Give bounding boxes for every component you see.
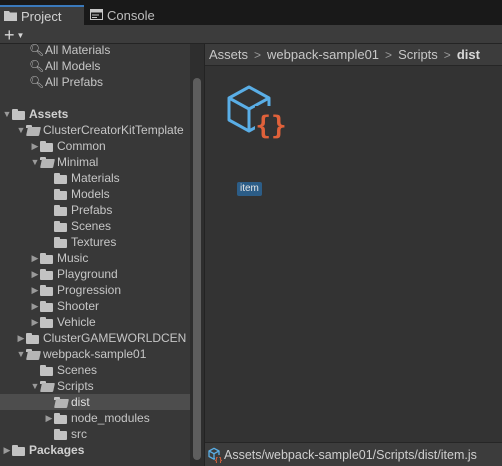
tree-item[interactable]: ▶ Common xyxy=(0,138,190,154)
folder-tree-scrollbar[interactable] xyxy=(190,44,204,466)
tree-item-dist[interactable]: dist xyxy=(0,394,190,410)
folder-icon xyxy=(40,268,53,280)
tree-item[interactable]: ▶ node_modules xyxy=(0,410,190,426)
selected-asset-path: Assets/webpack-sample01/Scripts/dist/ite… xyxy=(224,447,477,462)
tab-project[interactable]: Project xyxy=(0,5,84,25)
breadcrumb-item[interactable]: webpack-sample01 xyxy=(267,47,379,62)
search-icon: 🔍︎ xyxy=(29,44,45,57)
tab-console-label: Console xyxy=(107,8,155,23)
folder-icon xyxy=(4,9,17,24)
breadcrumb: Assets > webpack-sample01 > Scripts > di… xyxy=(205,44,502,66)
folder-open-icon xyxy=(40,156,53,168)
tab-bar: Project Console xyxy=(0,0,502,25)
chevron-right-icon: > xyxy=(254,47,262,62)
scrollbar-thumb[interactable] xyxy=(193,78,201,460)
favorite-item[interactable]: 🔍︎ All Materials xyxy=(0,44,190,58)
folder-icon xyxy=(54,188,67,200)
expand-arrow-icon[interactable]: ▶ xyxy=(16,333,26,344)
status-bar: {} Assets/webpack-sample01/Scripts/dist/… xyxy=(205,442,502,466)
tree-item[interactable]: ▼ webpack-sample01 xyxy=(0,346,190,362)
tree-item[interactable]: Textures xyxy=(0,234,190,250)
tree-item[interactable]: ▼ Minimal xyxy=(0,154,190,170)
folder-icon xyxy=(40,364,53,376)
tree-item[interactable]: ▶ Progression xyxy=(0,282,190,298)
expand-arrow-icon[interactable]: ▶ xyxy=(30,269,40,280)
svg-text:{}: {} xyxy=(214,456,222,463)
tree-item[interactable]: Models xyxy=(0,186,190,202)
folder-icon xyxy=(54,236,67,248)
tree-item-assets[interactable]: ▼ Assets xyxy=(0,106,190,122)
plus-icon: + xyxy=(4,24,15,45)
expand-arrow-icon[interactable]: ▶ xyxy=(30,253,40,264)
folder-open-icon xyxy=(54,396,67,408)
favorite-item[interactable]: 🔍︎ All Models xyxy=(0,58,190,74)
folder-open-icon xyxy=(40,380,53,392)
folder-icon xyxy=(40,316,53,328)
breadcrumb-item[interactable]: Assets xyxy=(209,47,248,62)
tab-project-label: Project xyxy=(21,8,62,24)
expand-arrow-icon[interactable]: ▶ xyxy=(30,301,40,312)
folder-icon xyxy=(54,428,67,440)
tree-item[interactable]: ▶ Music xyxy=(0,250,190,266)
tree-item[interactable]: Prefabs xyxy=(0,202,190,218)
folder-icon xyxy=(26,332,39,344)
folder-icon xyxy=(40,284,53,296)
breadcrumb-current[interactable]: dist xyxy=(457,47,480,62)
folder-icon xyxy=(40,252,53,264)
tree-item[interactable]: src xyxy=(0,426,190,442)
tab-console[interactable]: Console xyxy=(86,6,166,25)
expand-arrow-icon[interactable]: ▼ xyxy=(30,157,40,167)
expand-arrow-icon[interactable]: ▶ xyxy=(30,285,40,296)
favorite-item[interactable]: 🔍︎ All Prefabs xyxy=(0,74,190,90)
tree-item-packages[interactable]: ▶ Packages xyxy=(0,442,190,458)
folder-icon xyxy=(54,412,67,424)
folder-icon xyxy=(40,140,53,152)
folder-icon xyxy=(54,172,67,184)
expand-arrow-icon[interactable]: ▼ xyxy=(2,109,12,119)
breadcrumb-item[interactable]: Scripts xyxy=(398,47,438,62)
chevron-right-icon: > xyxy=(385,47,393,62)
tree-item[interactable]: Scenes xyxy=(0,362,190,378)
folder-icon xyxy=(54,204,67,216)
asset-label: item xyxy=(237,182,262,196)
folder-tree: 🔍︎ All Materials 🔍︎ All Models 🔍︎ All Pr… xyxy=(0,44,204,466)
add-asset-button[interactable]: + ▼ xyxy=(4,24,30,45)
project-toolbar: + ▼ xyxy=(0,25,502,44)
script-file-icon: {} xyxy=(208,447,222,463)
tree-item[interactable]: Scenes xyxy=(0,218,190,234)
console-icon xyxy=(90,8,103,23)
svg-text:{}: {} xyxy=(255,111,286,141)
search-icon: 🔍︎ xyxy=(29,59,45,73)
folder-icon xyxy=(54,220,67,232)
chevron-down-icon: ▼ xyxy=(16,30,25,40)
expand-arrow-icon[interactable]: ▼ xyxy=(16,349,26,359)
folder-icon xyxy=(12,444,25,456)
tree-item[interactable]: ▶ Playground xyxy=(0,266,190,282)
tree-item[interactable]: ▼ ClusterCreatorKitTemplate xyxy=(0,122,190,138)
tree-item[interactable]: ▶ Vehicle xyxy=(0,314,190,330)
expand-arrow-icon[interactable]: ▶ xyxy=(44,413,54,424)
js-script-icon: {} xyxy=(227,85,287,141)
expand-arrow-icon[interactable]: ▼ xyxy=(30,381,40,391)
expand-arrow-icon[interactable]: ▼ xyxy=(16,125,26,135)
asset-browser: Assets > webpack-sample01 > Scripts > di… xyxy=(205,44,502,466)
expand-arrow-icon[interactable]: ▶ xyxy=(30,141,40,152)
folder-icon xyxy=(40,300,53,312)
tree-item[interactable]: ▶ Shooter xyxy=(0,298,190,314)
expand-arrow-icon[interactable]: ▶ xyxy=(2,445,12,456)
expand-arrow-icon[interactable]: ▶ xyxy=(30,317,40,328)
tree-item[interactable]: ▶ ClusterGAMEWORLDCEN xyxy=(0,330,190,346)
chevron-right-icon: > xyxy=(443,47,451,62)
tree-item[interactable]: Materials xyxy=(0,170,190,186)
search-icon: 🔍︎ xyxy=(29,75,45,89)
folder-icon xyxy=(12,108,25,120)
folder-open-icon xyxy=(26,124,39,136)
folder-open-icon xyxy=(26,348,39,360)
tree-item[interactable]: ▼ Scripts xyxy=(0,378,190,394)
